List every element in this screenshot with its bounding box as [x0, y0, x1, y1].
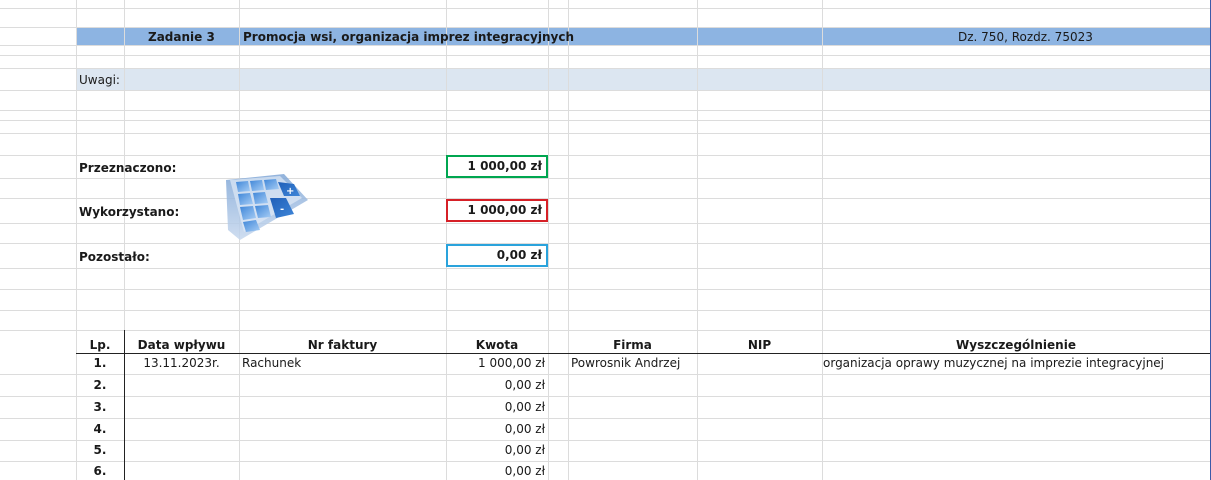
- row-amount: 0,00 zł: [504, 464, 545, 478]
- remaining-label: Pozostało:: [79, 250, 150, 264]
- row-lp: 6.: [93, 464, 107, 478]
- used-label: Wykorzystano:: [79, 205, 180, 219]
- task-label: Zadanie 3: [148, 30, 215, 44]
- col-header-amount: Kwota: [475, 338, 519, 352]
- col-header-lp: Lp.: [89, 338, 111, 352]
- row-lp: 1.: [93, 356, 107, 370]
- task-title: Promocja wsi, organizacja imprez integra…: [243, 30, 575, 44]
- row-amount: 1 000,00 zł: [478, 356, 545, 370]
- notes-label: Uwagi:: [79, 73, 120, 87]
- calculator-icon: + -: [222, 170, 312, 242]
- used-value[interactable]: 1 000,00 zł: [446, 199, 548, 222]
- row-company: Powrosnik Andrzej: [571, 356, 681, 370]
- row-lp: 4.: [93, 422, 107, 436]
- row-amount: 0,00 zł: [504, 422, 545, 436]
- svg-text:+: +: [286, 186, 294, 197]
- table-lp-separator: [124, 330, 125, 480]
- row-lp: 2.: [93, 378, 107, 392]
- row-invoice: Rachunek: [242, 356, 302, 370]
- svg-text:-: -: [280, 204, 284, 215]
- col-header-date: Data wpływu: [137, 338, 226, 352]
- col-header-company: Firma: [613, 338, 652, 352]
- col-header-details: Wyszczególnienie: [956, 338, 1076, 352]
- row-amount: 0,00 zł: [504, 378, 545, 392]
- row-amount: 0,00 zł: [504, 400, 545, 414]
- row-lp: 3.: [93, 400, 107, 414]
- row-amount: 0,00 zł: [504, 443, 545, 457]
- allocated-value[interactable]: 1 000,00 zł: [446, 155, 548, 178]
- notes-band: [76, 68, 1210, 90]
- row-date: 13.11.2023r.: [143, 356, 220, 370]
- col-header-invoice: Nr faktury: [307, 338, 378, 352]
- allocated-label: Przeznaczono:: [79, 161, 177, 175]
- table-header-underline: [76, 353, 1210, 354]
- col-header-nip: NIP: [747, 338, 772, 352]
- remaining-value[interactable]: 0,00 zł: [446, 244, 548, 267]
- budget-code: Dz. 750, Rozdz. 75023: [958, 30, 1093, 44]
- row-details: organizacja oprawy muzycznej na imprezie…: [823, 356, 1165, 370]
- sheet-grid: [0, 0, 1211, 480]
- row-lp: 5.: [93, 443, 107, 457]
